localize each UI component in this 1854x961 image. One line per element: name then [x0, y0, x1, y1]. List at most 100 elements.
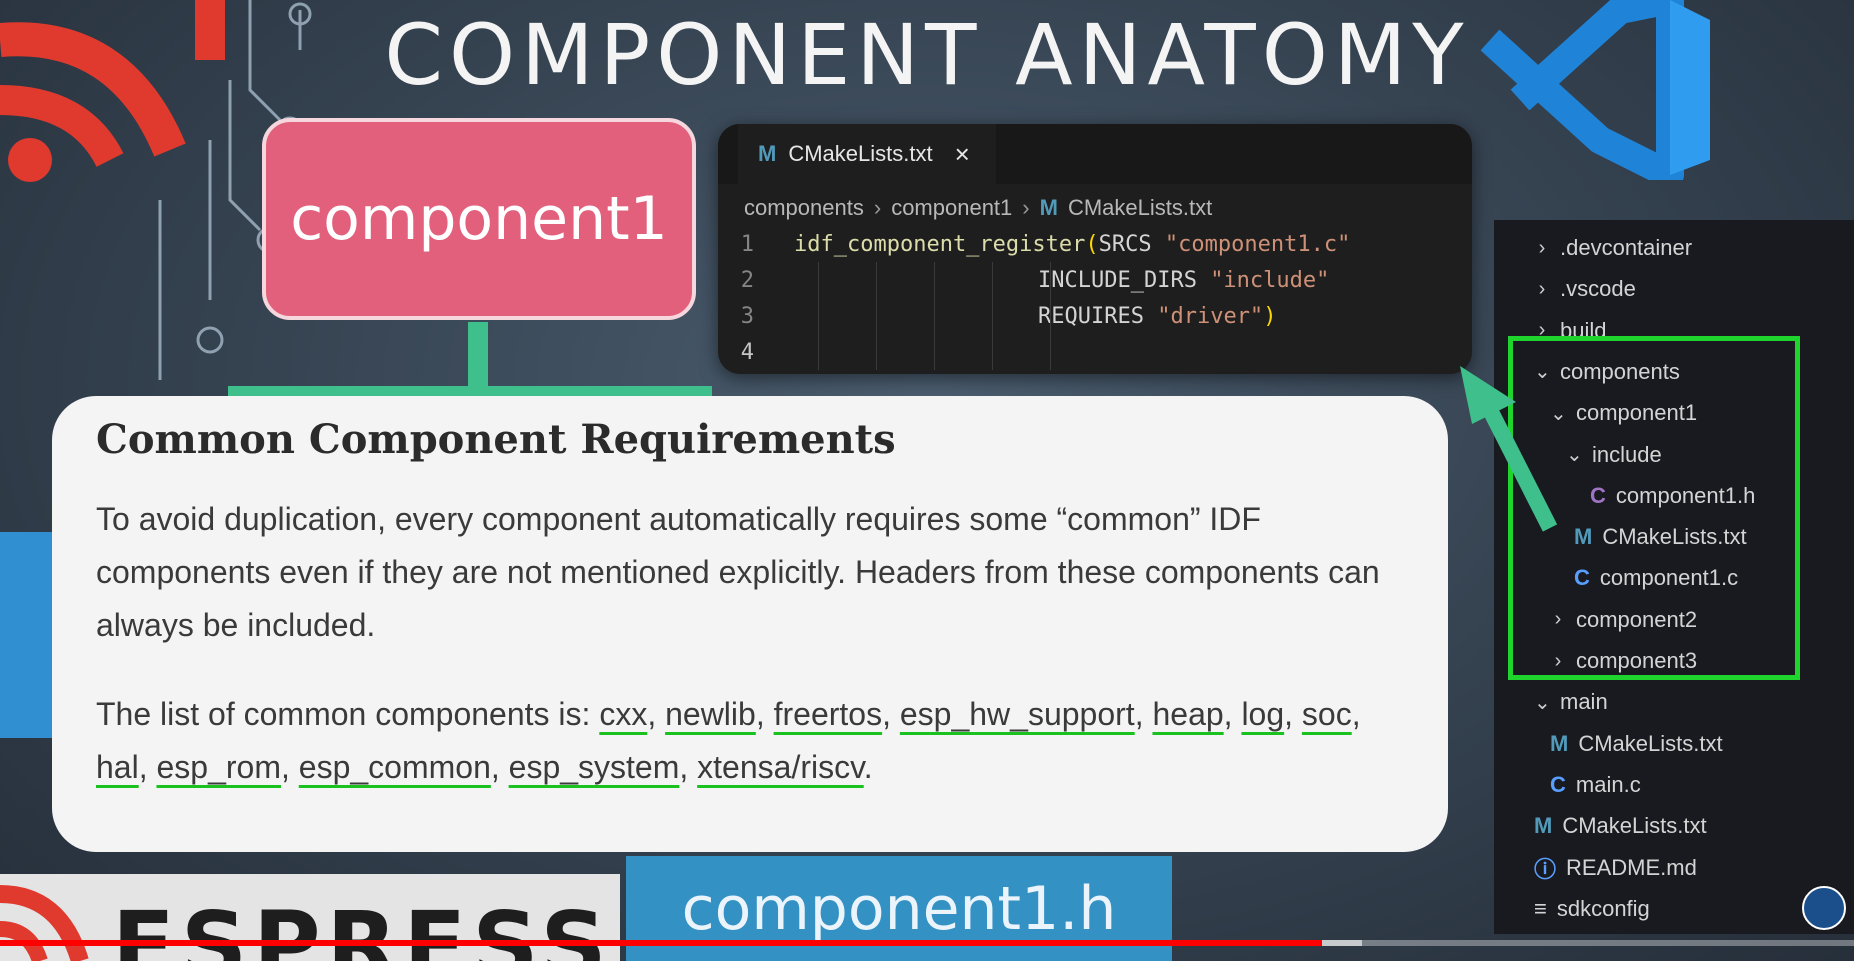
component-link[interactable]: xtensa/riscv — [697, 749, 864, 785]
separator: , — [1351, 696, 1361, 732]
breadcrumb-item[interactable]: components — [744, 195, 864, 221]
separator: , — [1134, 696, 1153, 732]
component-link[interactable]: freertos — [774, 696, 882, 732]
code-line[interactable]: 2 INCLUDE_DIRS "include" — [718, 262, 1472, 298]
indent-guide — [934, 298, 935, 334]
separator: , — [1284, 696, 1302, 732]
code-line[interactable]: 3 REQUIRES "driver") — [718, 298, 1472, 334]
separator: , — [138, 749, 157, 785]
separator: , — [280, 749, 299, 785]
indent-guide — [992, 298, 993, 334]
explorer-item-label: sdkconfig — [1556, 895, 1650, 921]
indent-guide — [934, 334, 935, 370]
indent-guide — [1050, 262, 1051, 298]
explorer-item[interactable]: › .devcontainer — [1534, 230, 1692, 266]
code-token: "include" — [1210, 267, 1330, 293]
chevron-right-icon: › — [873, 195, 882, 220]
breadcrumb-item[interactable]: CMakeLists.txt — [1068, 195, 1212, 221]
code-token: SRCS — [1098, 231, 1165, 257]
separator: , — [882, 696, 900, 732]
left-blue-panel — [0, 532, 54, 738]
component-link[interactable]: hal — [96, 749, 139, 785]
chevron-right-icon: › — [1022, 195, 1030, 220]
connector-stem — [468, 322, 488, 394]
editor-tab-bar: M CMakeLists.txt × — [718, 124, 1472, 184]
code-token: ( — [1085, 231, 1099, 257]
component-link[interactable]: heap — [1152, 696, 1223, 732]
chevron-down-icon[interactable]: ⌄ — [1534, 690, 1551, 715]
line-number: 4 — [740, 339, 754, 365]
chevron-right-icon[interactable]: › — [1534, 278, 1550, 301]
explorer-item-label: CMakeLists.txt — [1562, 813, 1707, 839]
line-number: 2 — [740, 267, 754, 293]
tab-label: CMakeLists.txt — [788, 141, 933, 166]
video-progress-buffer — [1322, 940, 1362, 946]
explorer-item[interactable]: ≡ sdkconfig — [1534, 891, 1650, 927]
code-text: REQUIRES "driver") — [794, 304, 1276, 329]
code-token: INCLUDE_DIRS — [1038, 267, 1211, 293]
code-area[interactable]: 1 idf_component_register(SRCS "component1… — [718, 226, 1472, 370]
separator: , — [1223, 696, 1242, 732]
component-link[interactable]: esp_system — [509, 749, 680, 785]
common-components-paragraph: The list of common components is: cxx, n… — [96, 688, 1414, 794]
chevron-right-icon[interactable]: › — [1534, 237, 1550, 260]
indent-guide — [1050, 334, 1051, 370]
code-line[interactable]: 1 idf_component_register(SRCS "component1… — [718, 226, 1472, 262]
indent-guide — [876, 298, 877, 334]
info-icon: ⓘ — [1534, 856, 1557, 882]
indent-guide — [818, 334, 819, 370]
separator: , — [647, 696, 666, 732]
explorer-item-label: main.c — [1575, 771, 1641, 797]
component-link[interactable]: newlib — [665, 696, 756, 732]
indent-guide — [818, 298, 819, 334]
breadcrumb-item[interactable]: component1 — [891, 195, 1012, 221]
doc-paragraph: To avoid duplication, every component au… — [96, 501, 1380, 643]
component-link[interactable]: esp_hw_support — [900, 696, 1135, 732]
component-link[interactable]: cxx — [599, 696, 647, 732]
doc-heading: Common Component Requirements — [96, 416, 896, 463]
indent-guide — [934, 262, 935, 298]
explorer-item-label: README.md — [1566, 854, 1697, 880]
explorer-item-label: .vscode — [1560, 276, 1636, 302]
cmake-file-icon: M — [758, 141, 777, 166]
indent-guide — [992, 262, 993, 298]
indent-guide — [876, 262, 877, 298]
code-token: ) — [1263, 303, 1277, 329]
close-icon[interactable]: × — [955, 139, 970, 170]
component1-box: component1 — [262, 118, 696, 320]
cmake-file-icon: M — [1550, 730, 1569, 756]
explorer-item[interactable]: M CMakeLists.txt — [1550, 726, 1723, 762]
espressif-banner: ESPRESSIF — [0, 874, 620, 961]
component-link[interactable]: esp_common — [299, 749, 491, 785]
component-link[interactable]: soc — [1302, 696, 1352, 732]
separator: , — [679, 749, 698, 785]
indent-guide — [876, 334, 877, 370]
code-token: REQUIRES — [1038, 303, 1158, 329]
slide-title: COMPONENT ANATOMY — [384, 6, 1470, 104]
cmake-file-icon: M — [1039, 195, 1058, 220]
espressif-mark-icon — [0, 885, 89, 961]
components-highlight-box — [1508, 336, 1800, 680]
separator: , — [490, 749, 509, 785]
explorer-item[interactable]: ⌄ main — [1534, 684, 1608, 720]
cmake-file-icon: M — [1534, 813, 1553, 839]
component-link[interactable]: log — [1241, 696, 1284, 732]
doc-paragraph-prefix: The list of common components is: — [96, 696, 600, 732]
explorer-item[interactable]: › .vscode — [1534, 271, 1636, 307]
connector-bar — [228, 386, 712, 396]
explorer-item-label: main — [1560, 689, 1608, 715]
tab-cmakelists[interactable]: M CMakeLists.txt × — [738, 124, 996, 184]
explorer-item[interactable]: ⓘ README.md — [1534, 850, 1697, 886]
channel-logo-icon[interactable] — [1802, 886, 1846, 930]
code-line[interactable]: 4 — [718, 334, 1472, 370]
explorer-item[interactable]: Cmain.c — [1550, 767, 1641, 803]
line-number: 3 — [740, 303, 754, 329]
code-text: idf_component_register(SRCS "component1.… — [794, 232, 1350, 257]
doc-card: Common Component Requirements To avoid d… — [52, 396, 1448, 852]
explorer-item[interactable]: M CMakeLists.txt — [1534, 808, 1707, 844]
indent-guide — [1050, 298, 1051, 334]
video-progress-fill[interactable] — [0, 940, 1322, 946]
explorer-item-label: .devcontainer — [1560, 235, 1693, 260]
component-link[interactable]: esp_rom — [156, 749, 281, 785]
line-number: 1 — [740, 231, 754, 257]
